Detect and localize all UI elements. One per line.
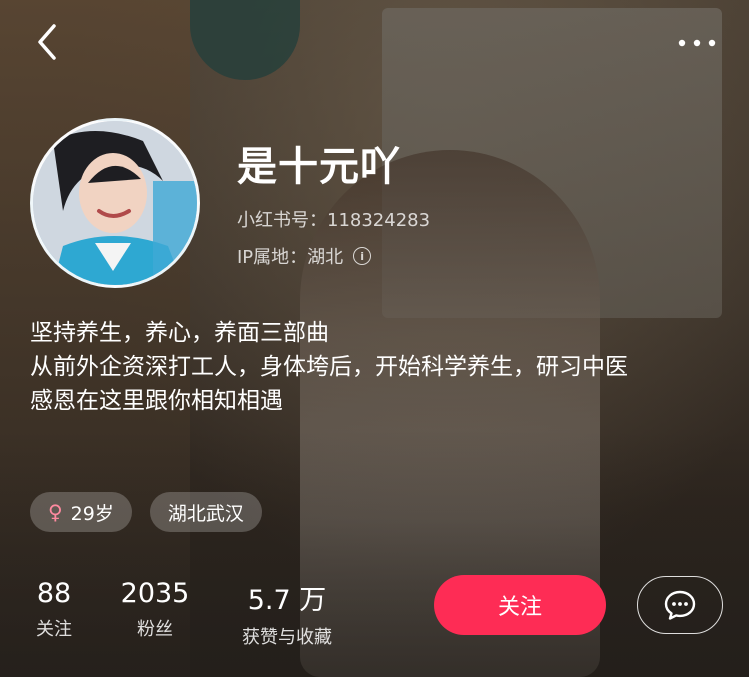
- more-dots-icon: [678, 39, 716, 47]
- following-stat[interactable]: 88 关注: [30, 578, 78, 641]
- age-tag-label: 29岁: [70, 502, 114, 525]
- followers-stat[interactable]: 2035 粉丝: [120, 578, 190, 641]
- avatar-photo: [33, 121, 197, 285]
- nickname: 是十元吖: [237, 144, 401, 190]
- location-tag-label: 湖北武汉: [167, 502, 244, 525]
- age-tag: ♀ 29岁: [30, 492, 132, 532]
- xhs-id: 小红书号：118324283: [237, 210, 431, 231]
- following-label: 关注: [36, 619, 72, 640]
- likes-collects-label: 获赞与收藏: [242, 627, 332, 648]
- bio-line: 感恩在这里跟你相知相遇: [30, 388, 283, 414]
- followers-count: 2035: [120, 578, 190, 609]
- female-icon: ♀: [48, 500, 63, 524]
- chevron-left-icon: [38, 24, 56, 60]
- location-tag: 湖北武汉: [149, 492, 262, 532]
- info-icon[interactable]: i: [353, 247, 372, 265]
- bio-line: 从前外企资深打工人，身体垮后，开始科学养生，研习中医: [30, 354, 628, 380]
- back-button[interactable]: [30, 22, 64, 62]
- following-count: 88: [36, 578, 72, 609]
- followers-label: 粉丝: [137, 619, 173, 640]
- avatar[interactable]: [30, 118, 200, 288]
- likes-collects-count: 5.7 万: [247, 585, 327, 616]
- ip-location-row: IP属地：湖北 i: [237, 243, 372, 269]
- profile-tags: ♀ 29岁 湖北武汉: [30, 492, 262, 532]
- bio-line: 坚持养生，养心，养面三部曲: [30, 320, 329, 346]
- more-button[interactable]: [670, 28, 724, 58]
- follow-button[interactable]: 关注: [434, 575, 606, 635]
- chat-bubble-icon: [664, 590, 696, 620]
- likes-collects-stat[interactable]: 5.7 万 获赞与收藏: [225, 578, 349, 649]
- message-button[interactable]: [637, 576, 723, 634]
- ip-location: IP属地：湖北: [237, 247, 344, 268]
- bio: 坚持养生，养心，养面三部曲 从前外企资深打工人，身体垮后，开始科学养生，研习中医…: [30, 316, 730, 418]
